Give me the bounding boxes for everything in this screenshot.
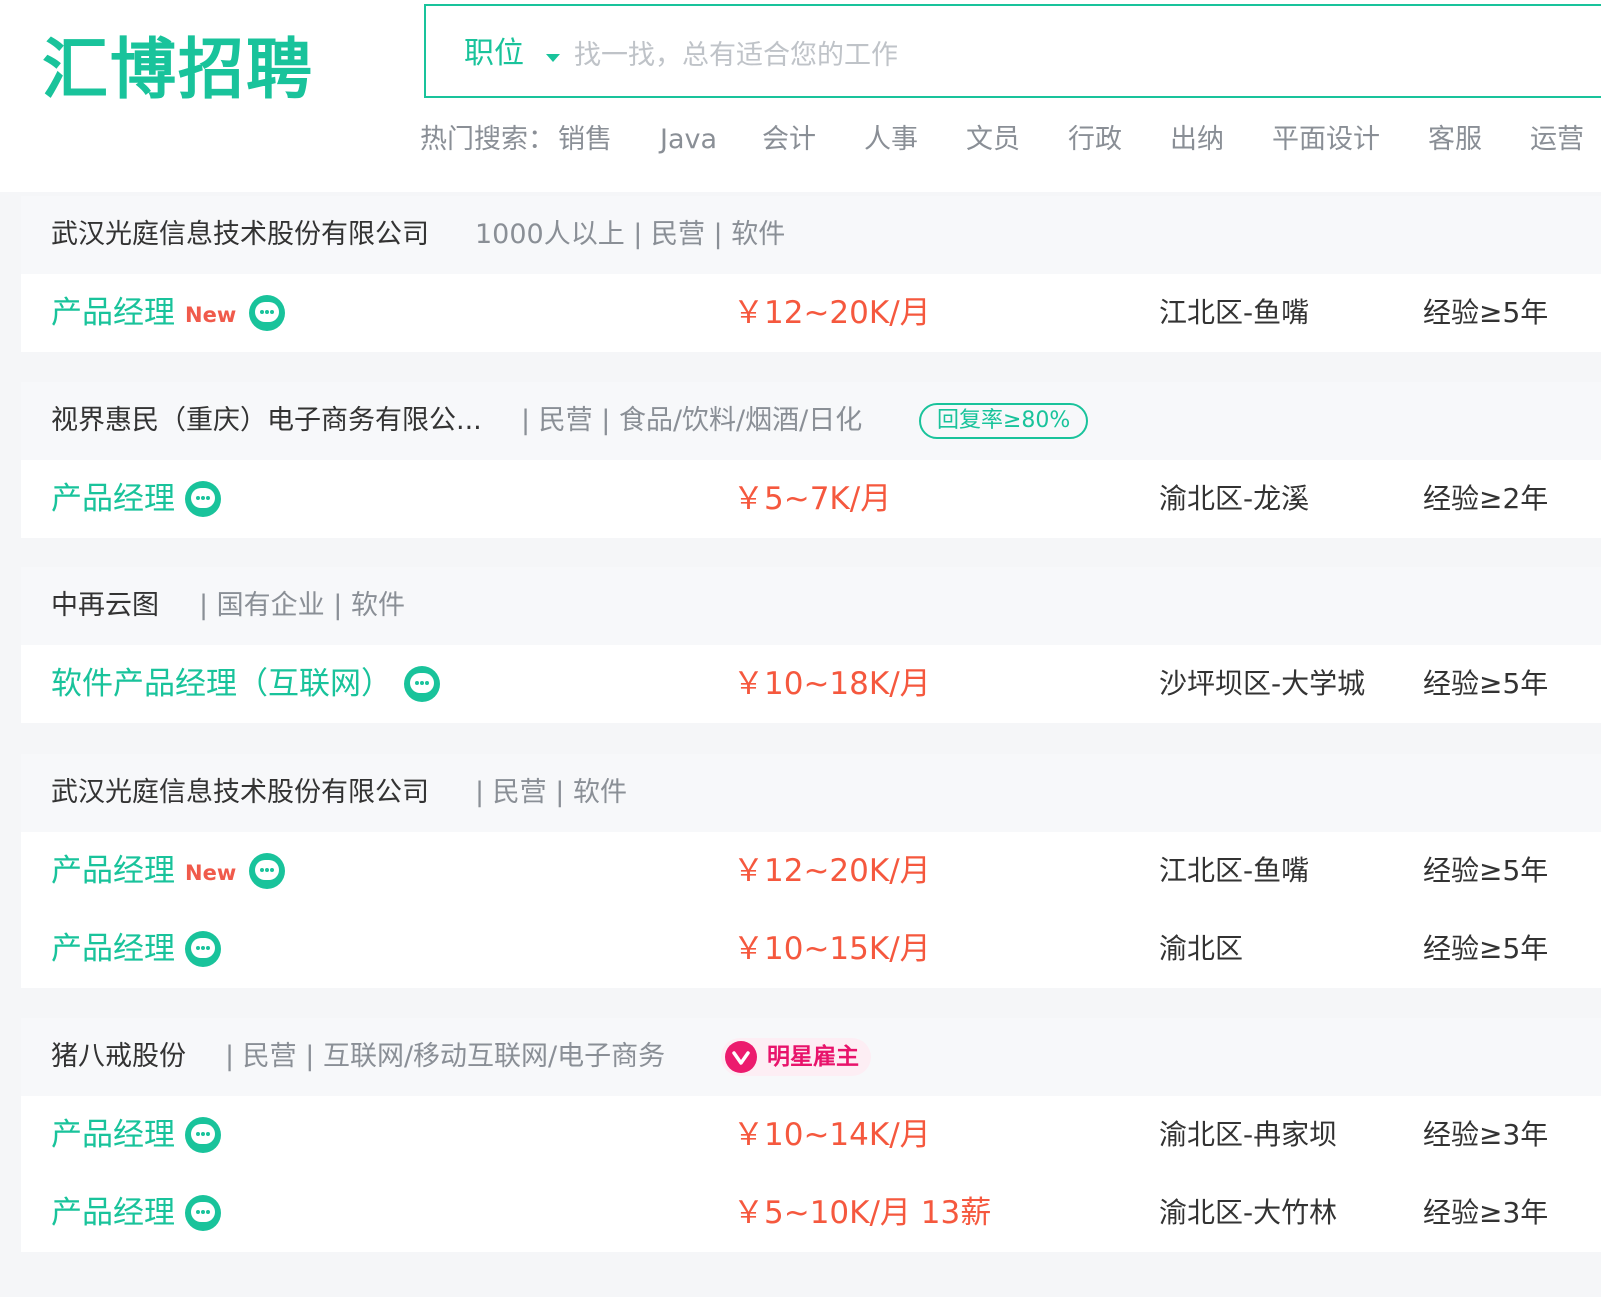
company-header: 武汉光庭信息技术股份有限公司 1000人以上 | 民营 | 软件: [21, 196, 1601, 274]
job-location: 渝北区: [1159, 932, 1244, 965]
job-experience: 经验≥5年: [1423, 854, 1549, 887]
chat-bubble-icon[interactable]: [404, 666, 440, 702]
job-location: 渝北区-大竹林: [1159, 1196, 1338, 1229]
company-name[interactable]: 武汉光庭信息技术股份有限公司: [51, 216, 429, 254]
job-location: 渝北区-龙溪: [1159, 482, 1310, 515]
star-badge-label: 明星雇主: [767, 1044, 859, 1070]
job-location: 渝北区-冉家坝: [1159, 1118, 1338, 1151]
job-salary: ￥10~18K/月: [733, 666, 931, 702]
job-title[interactable]: 产品经理: [51, 1114, 175, 1156]
job-row[interactable]: 产品经理 ￥10~14K/月 渝北区-冉家坝 经验≥3年: [21, 1096, 1601, 1174]
hot-search-item[interactable]: 会计: [762, 120, 816, 160]
job-title[interactable]: 产品经理: [51, 1192, 175, 1234]
job-title[interactable]: 产品经理: [51, 292, 175, 334]
company-meta: | 民营 | 食品/饮料/烟酒/日化: [521, 405, 863, 436]
company-card: 视界惠民（重庆）电子商务有限公... | 民营 | 食品/饮料/烟酒/日化 回复…: [21, 382, 1601, 538]
site-logo[interactable]: 汇博招聘: [42, 30, 314, 110]
chat-bubble-icon[interactable]: [185, 931, 221, 967]
job-row[interactable]: 产品经理 New ￥12~20K/月 江北区-鱼嘴 经验≥5年: [21, 832, 1601, 910]
company-name[interactable]: 视界惠民（重庆）电子商务有限公...: [51, 402, 482, 440]
company-meta: | 民营 | 互联网/移动互联网/电子商务: [225, 1041, 666, 1072]
star-employer-badge: 明星雇主: [721, 1038, 871, 1076]
hot-search-item[interactable]: 运营: [1530, 120, 1584, 160]
hot-search-item[interactable]: 客服: [1428, 120, 1482, 160]
company-card: 猪八戒股份 | 民营 | 互联网/移动互联网/电子商务 明星雇主 产品经理 ￥1…: [21, 1018, 1601, 1252]
company-header: 猪八戒股份 | 民营 | 互联网/移动互联网/电子商务 明星雇主: [21, 1018, 1601, 1096]
hot-search-item[interactable]: Java: [660, 120, 717, 160]
job-experience: 经验≥3年: [1423, 1118, 1549, 1151]
search-input[interactable]: [572, 28, 1576, 82]
site-header: 汇博招聘 职位 热门搜索： 销售 Java 会计 人事 文员 行政 出纳 平面设…: [0, 0, 1601, 192]
hot-search-item[interactable]: 人事: [864, 120, 918, 160]
company-name[interactable]: 中再云图: [51, 587, 159, 625]
job-salary: ￥12~20K/月: [733, 295, 931, 331]
chat-bubble-icon[interactable]: [249, 853, 285, 889]
job-title[interactable]: 产品经理: [51, 928, 175, 970]
hot-search-item[interactable]: 行政: [1068, 120, 1122, 160]
company-meta: | 国有企业 | 软件: [199, 590, 405, 621]
company-header: 视界惠民（重庆）电子商务有限公... | 民营 | 食品/饮料/烟酒/日化 回复…: [21, 382, 1601, 460]
company-card: 中再云图 | 国有企业 | 软件 软件产品经理（互联网） ￥10~18K/月 沙…: [21, 567, 1601, 723]
company-name[interactable]: 猪八戒股份: [51, 1038, 186, 1076]
job-title[interactable]: 软件产品经理（互联网）: [51, 663, 392, 705]
new-tag: New: [185, 303, 237, 327]
job-experience: 经验≥3年: [1423, 1196, 1549, 1229]
job-row[interactable]: 产品经理 New ￥12~20K/月 江北区-鱼嘴 经验≥5年: [21, 274, 1601, 352]
search-type-select[interactable]: 职位: [464, 34, 524, 74]
hot-search-item[interactable]: 出纳: [1170, 120, 1224, 160]
job-row[interactable]: 产品经理 ￥10~15K/月 渝北区 经验≥5年: [21, 910, 1601, 988]
reply-rate-badge: 回复率≥80%: [919, 403, 1089, 439]
hot-search-item[interactable]: 文员: [966, 120, 1020, 160]
caret-down-icon[interactable]: [546, 54, 560, 62]
job-title[interactable]: 产品经理: [51, 850, 175, 892]
chat-bubble-icon[interactable]: [185, 1195, 221, 1231]
company-card: 武汉光庭信息技术股份有限公司 1000人以上 | 民营 | 软件 产品经理 Ne…: [21, 196, 1601, 352]
chat-bubble-icon[interactable]: [185, 481, 221, 517]
job-location: 江北区-鱼嘴: [1159, 296, 1310, 329]
hot-search-item[interactable]: 销售: [558, 120, 612, 160]
job-title[interactable]: 产品经理: [51, 478, 175, 520]
company-meta: 1000人以上 | 民营 | 软件: [475, 219, 786, 250]
new-tag: New: [185, 861, 237, 885]
chat-bubble-icon[interactable]: [185, 1117, 221, 1153]
job-salary: ￥5~10K/月 13薪: [733, 1195, 992, 1231]
job-experience: 经验≥5年: [1423, 296, 1549, 329]
job-row[interactable]: 产品经理 ￥5~7K/月 渝北区-龙溪 经验≥2年: [21, 460, 1601, 538]
job-salary: ￥10~14K/月: [733, 1117, 931, 1153]
company-header: 中再云图 | 国有企业 | 软件: [21, 567, 1601, 645]
job-experience: 经验≥5年: [1423, 932, 1549, 965]
company-header: 武汉光庭信息技术股份有限公司 | 民营 | 软件: [21, 754, 1601, 832]
search-bar: 职位: [424, 4, 1601, 98]
job-experience: 经验≥5年: [1423, 667, 1549, 700]
job-salary: ￥5~7K/月: [733, 481, 892, 517]
chat-bubble-icon[interactable]: [249, 295, 285, 331]
job-experience: 经验≥2年: [1423, 482, 1549, 515]
hot-search-item[interactable]: 平面设计: [1272, 120, 1380, 160]
job-salary: ￥12~20K/月: [733, 853, 931, 889]
job-location: 江北区-鱼嘴: [1159, 854, 1310, 887]
job-row[interactable]: 产品经理 ￥5~10K/月 13薪 渝北区-大竹林 经验≥3年: [21, 1174, 1601, 1252]
company-meta: | 民营 | 软件: [475, 777, 627, 808]
job-salary: ￥10~15K/月: [733, 931, 931, 967]
job-location: 沙坪坝区-大学城: [1159, 667, 1366, 700]
job-row[interactable]: 软件产品经理（互联网） ￥10~18K/月 沙坪坝区-大学城 经验≥5年: [21, 645, 1601, 723]
company-card: 武汉光庭信息技术股份有限公司 | 民营 | 软件 产品经理 New ￥12~20…: [21, 754, 1601, 988]
heart-badge-icon: [725, 1041, 757, 1073]
hot-search-label: 热门搜索：: [420, 124, 555, 155]
company-name[interactable]: 武汉光庭信息技术股份有限公司: [51, 774, 429, 812]
